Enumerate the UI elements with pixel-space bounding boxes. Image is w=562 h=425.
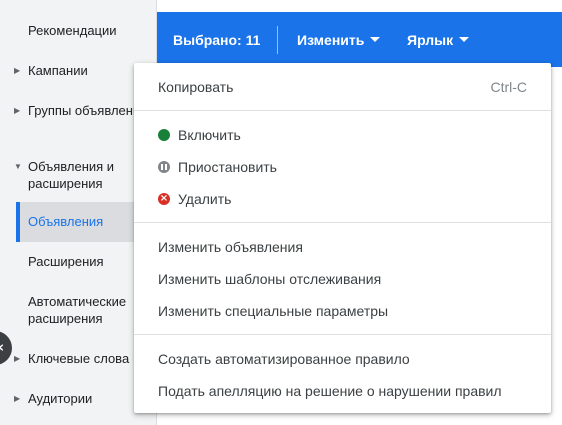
menu-item-edit-tracking-templates[interactable]: Изменить шаблоны отслеживания [134,264,551,294]
caret-down-icon [370,37,381,42]
menu-divider [134,222,551,223]
sidebar-item-extensions[interactable]: Расширения [16,242,134,282]
menu-item-edit-custom-parameters[interactable]: Изменить специальные параметры [134,296,551,326]
menu-item-label: Изменить объявления [158,239,303,255]
menu-item-label: Изменить шаблоны отслеживания [158,271,382,287]
selection-toolbar: Выбрано: 11 Изменить Ярлык [157,12,562,67]
toolbar-divider [277,26,278,54]
menu-item-copy[interactable]: Копировать Ctrl-C [134,72,551,102]
menu-item-label: Изменить специальные параметры [158,303,389,319]
label-dropdown-label: Ярлык [407,32,454,48]
menu-item-label: Копировать [158,79,234,95]
label-dropdown-button[interactable]: Ярлык [407,32,470,49]
sidebar-item-label: Расширения [28,254,104,269]
sidebar-item-automatic-extensions[interactable]: Автоматические расширения [16,290,134,330]
chevron-left-icon: ‹ [0,338,4,356]
sidebar-item-label: Объявления [28,214,104,229]
menu-divider [134,334,551,335]
remove-icon: × [158,193,170,205]
menu-item-enable[interactable]: Включить [134,120,551,150]
enabled-dot-icon [158,129,170,141]
edit-dropdown-button[interactable]: Изменить [297,32,381,49]
collapse-arrow-icon: ▼ [14,162,22,171]
menu-item-edit-ads[interactable]: Изменить объявления [134,232,551,262]
expand-arrow-icon: ▶ [14,354,21,363]
menu-item-label: Включить [178,127,241,143]
caret-down-icon [459,37,470,42]
menu-divider [134,110,551,111]
edit-dropdown-menu: Копировать Ctrl-C Включить Приостановить… [134,63,551,413]
menu-item-label: Подать апелляцию на решение о нарушении … [158,383,502,399]
sidebar-item-label: Автоматические расширения [28,294,127,326]
sidebar-item-ads[interactable]: Объявления [16,202,134,242]
keyboard-shortcut: Ctrl-C [490,79,527,95]
menu-item-create-automated-rule[interactable]: Создать автоматизированное правило [134,344,551,374]
menu-item-label: Приостановить [178,159,277,175]
expand-arrow-icon: ▶ [14,106,21,115]
menu-item-pause[interactable]: Приостановить [134,152,551,182]
pause-icon [158,161,170,173]
expand-arrow-icon: ▶ [14,394,21,403]
sidebar-item-label: Рекомендации [28,23,117,38]
menu-item-remove[interactable]: × Удалить [134,184,551,214]
menu-item-label: Удалить [178,191,232,207]
menu-item-label: Создать автоматизированное правило [158,351,410,367]
selected-count: Выбрано: 11 [173,32,261,48]
menu-item-appeal-policy-decision[interactable]: Подать апелляцию на решение о нарушении … [134,376,551,406]
edit-dropdown-label: Изменить [297,32,365,48]
expand-arrow-icon: ▶ [14,66,21,75]
